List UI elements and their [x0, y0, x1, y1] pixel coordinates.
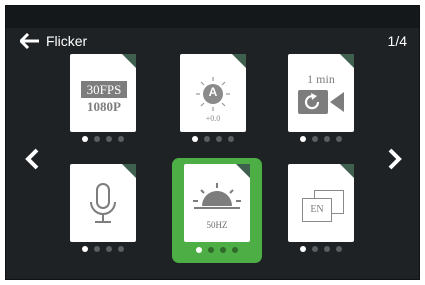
arrow-left-icon[interactable]: [20, 33, 40, 49]
fps-label: 30FPS: [81, 81, 127, 98]
chevron-right-icon[interactable]: [385, 148, 403, 170]
dot: [94, 136, 100, 142]
dot: [216, 136, 222, 142]
tile-resolution[interactable]: 30FPS 1080P: [58, 54, 148, 159]
dot: [232, 247, 238, 253]
dot: [94, 246, 100, 252]
dot: [220, 247, 226, 253]
loop-video-icon: [298, 90, 344, 114]
dot: [324, 136, 330, 142]
camera-settings-screen: Flicker 1/4 30FPS 1080P A +0.0 1 min 50H…: [5, 5, 420, 280]
exposure-card: A +0.0: [180, 54, 246, 132]
sunrise-icon: [193, 183, 241, 209]
corner-tab-icon: [340, 164, 354, 178]
page-title: Flicker: [46, 33, 88, 49]
status-strip: [6, 6, 419, 28]
corner-tab-icon: [122, 164, 136, 178]
microphone-icon: [90, 183, 116, 223]
tile-dots: [276, 246, 366, 252]
dot: [324, 246, 330, 252]
corner-tab-icon: [340, 54, 354, 68]
dot: [192, 136, 198, 142]
chevron-left-icon[interactable]: [24, 148, 42, 170]
dot: [118, 246, 124, 252]
corner-tab-icon: [236, 164, 250, 178]
dot: [82, 246, 88, 252]
dot: [82, 136, 88, 142]
tile-flicker[interactable]: 50HZ: [172, 158, 262, 263]
dot: [196, 247, 202, 253]
tile-dots: [58, 246, 148, 252]
dot: [106, 246, 112, 252]
tile-dots: [168, 136, 258, 142]
dot: [336, 246, 342, 252]
loop-recording-card: 1 min: [288, 54, 354, 132]
tile-microphone[interactable]: [58, 164, 148, 269]
tile-loop-recording[interactable]: 1 min: [276, 54, 366, 159]
dot: [312, 136, 318, 142]
corner-tab-icon: [232, 54, 246, 68]
dot: [118, 136, 124, 142]
flicker-card: 50HZ: [184, 164, 250, 242]
tile-dots: [172, 247, 262, 253]
resolution-card: 30FPS 1080P: [70, 54, 136, 132]
dot: [312, 246, 318, 252]
tile-dots: [58, 136, 148, 142]
dot: [208, 247, 214, 253]
language-card: EN: [288, 164, 354, 242]
page-indicator: 1/4: [387, 33, 407, 49]
microphone-card: [70, 164, 136, 242]
dot: [336, 136, 342, 142]
dot: [300, 246, 306, 252]
corner-tab-icon: [122, 54, 136, 68]
dot: [300, 136, 306, 142]
resolution-label: 1080P: [87, 99, 121, 114]
dot: [228, 136, 234, 142]
exposure-value: +0.0: [205, 114, 221, 123]
video-resolution-icon: 30FPS 1080P: [81, 81, 127, 117]
exposure-mode-letter: A: [208, 85, 218, 99]
language-code: EN: [310, 204, 324, 215]
tile-exposure[interactable]: A +0.0: [168, 54, 258, 159]
language-icon: EN: [300, 190, 346, 226]
tile-dots: [276, 136, 366, 142]
language-front-card: EN: [302, 198, 332, 222]
flicker-value: 50HZ: [206, 220, 228, 230]
loop-duration: 1 min: [307, 72, 335, 86]
tile-language[interactable]: EN: [276, 164, 366, 269]
dot: [106, 136, 112, 142]
dot: [204, 136, 210, 142]
